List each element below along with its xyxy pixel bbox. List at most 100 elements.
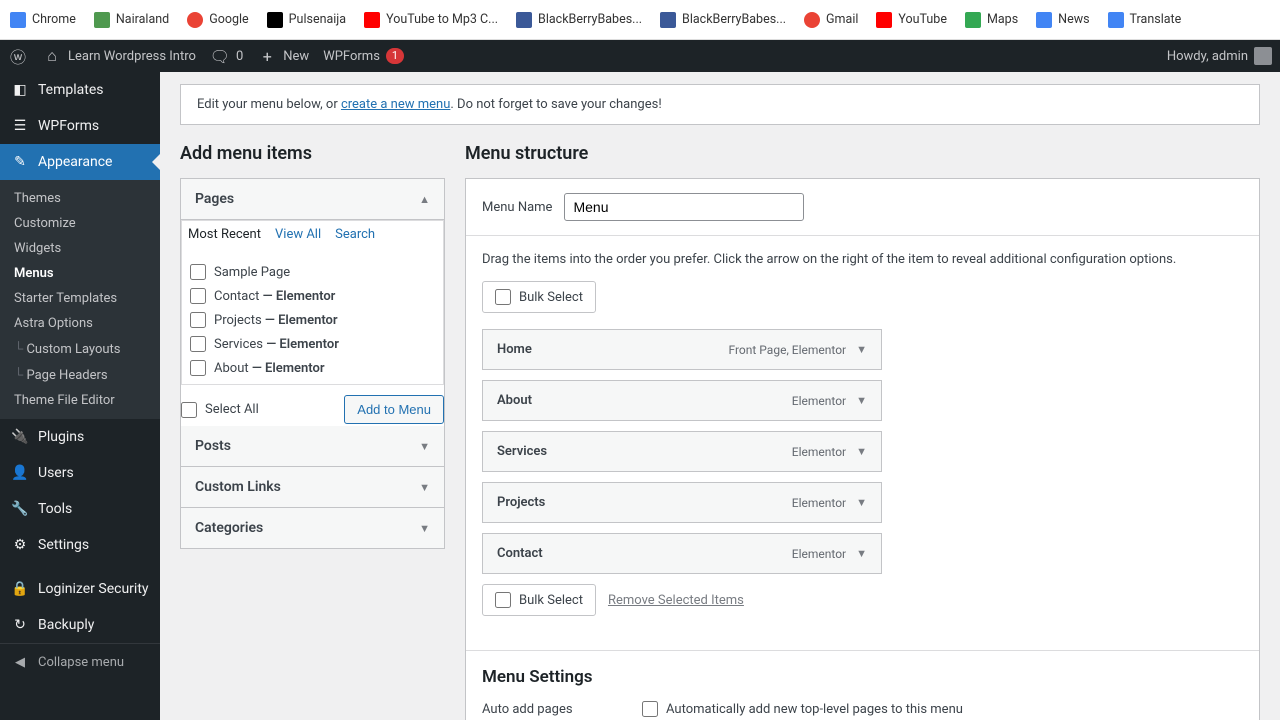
page-checkbox-row[interactable]: Contact — Elementor	[190, 284, 435, 308]
wpforms-badge: 1	[386, 48, 404, 64]
howdy-link[interactable]: Howdy, admin	[1167, 47, 1272, 65]
sidebar-item-loginizer[interactable]: 🔒Loginizer Security	[0, 571, 160, 607]
select-all-checkbox[interactable]: Select All	[181, 398, 259, 422]
tools-icon: 🔧	[10, 499, 30, 519]
sidebar-item-appearance[interactable]: ✎Appearance	[0, 144, 160, 180]
add-to-menu-button[interactable]: Add to Menu	[344, 395, 444, 424]
sidebar-item-templates[interactable]: ◧Templates	[0, 72, 160, 108]
tab-view-all[interactable]: View All	[275, 227, 321, 242]
menu-item[interactable]: Services Elementor▼	[482, 431, 882, 472]
submenu-widgets[interactable]: Widgets	[0, 236, 160, 261]
content-area: Edit your menu below, or create a new me…	[160, 72, 1280, 720]
wp-logo-icon[interactable]: ⓦ	[8, 46, 28, 66]
settings-icon: ⚙	[10, 535, 30, 555]
page-checkbox[interactable]	[190, 312, 206, 328]
bulk-select-top[interactable]: Bulk Select	[482, 281, 596, 313]
bookmark-item[interactable]: Pulsenaija	[267, 12, 346, 28]
comments-link[interactable]: 🗨0	[210, 46, 243, 66]
page-checkbox[interactable]	[190, 288, 206, 304]
submenu-custom-layouts[interactable]: └ Custom Layouts	[0, 336, 160, 362]
menu-settings-title: Menu Settings	[482, 667, 1243, 687]
chevron-down-icon: ▼	[419, 440, 430, 453]
accordion-posts-header[interactable]: Posts▼	[181, 426, 444, 467]
appearance-submenu: Themes Customize Widgets Menus Starter T…	[0, 180, 160, 419]
menu-settings-section: Menu Settings Auto add pages Automatical…	[466, 650, 1259, 720]
auto-add-checkbox[interactable]	[642, 701, 658, 717]
drag-hint-text: Drag the items into the order you prefer…	[482, 252, 1243, 267]
bookmark-item[interactable]: Google	[187, 12, 248, 28]
page-checkbox[interactable]	[190, 264, 206, 280]
bookmarks-bar: Chrome Nairaland Google Pulsenaija YouTu…	[0, 0, 1280, 40]
page-checkbox-row[interactable]: About — Elementor	[190, 356, 435, 380]
sidebar-item-users[interactable]: 👤Users	[0, 455, 160, 491]
new-content-link[interactable]: +New	[257, 46, 309, 66]
sidebar-item-settings[interactable]: ⚙Settings	[0, 527, 160, 563]
menu-name-label: Menu Name	[482, 200, 552, 215]
pages-checklist: Sample Page Contact — Elementor Projects…	[181, 252, 444, 385]
bookmark-item[interactable]: Gmail	[804, 12, 858, 28]
remove-selected-link[interactable]: Remove Selected Items	[608, 593, 744, 608]
page-checkbox-row[interactable]: Services — Elementor	[190, 332, 435, 356]
page-checkbox-row[interactable]: Projects — Elementor	[190, 308, 435, 332]
wpforms-link[interactable]: WPForms1	[323, 48, 404, 64]
admin-sidebar: ◧Templates ☰WPForms ✎Appearance Themes C…	[0, 72, 160, 720]
chevron-down-icon: ▼	[419, 481, 430, 494]
menu-item[interactable]: Contact Elementor▼	[482, 533, 882, 574]
bookmark-item[interactable]: Nairaland	[94, 12, 169, 28]
chevron-down-icon: ▼	[419, 522, 430, 535]
sidebar-item-tools[interactable]: 🔧Tools	[0, 491, 160, 527]
collapse-menu-button[interactable]: ◀Collapse menu	[0, 643, 160, 680]
menu-structure-box: Menu Name Drag the items into the order …	[465, 178, 1260, 720]
accordion-pages-header[interactable]: Pages▲	[181, 179, 444, 220]
sidebar-item-wpforms[interactable]: ☰WPForms	[0, 108, 160, 144]
page-checkbox-row[interactable]: Sample Page	[190, 260, 435, 284]
bookmark-item[interactable]: Translate	[1108, 12, 1182, 28]
bookmark-item[interactable]: Maps	[965, 12, 1018, 28]
plus-icon: +	[257, 46, 277, 66]
site-name-link[interactable]: ⌂Learn Wordpress Intro	[42, 46, 196, 66]
avatar	[1254, 47, 1272, 65]
templates-icon: ◧	[10, 80, 30, 100]
menu-name-input[interactable]	[564, 193, 804, 221]
chevron-down-icon[interactable]: ▼	[856, 343, 867, 356]
bookmark-item[interactable]: YouTube	[876, 12, 947, 28]
submenu-theme-file-editor[interactable]: Theme File Editor	[0, 388, 160, 413]
sidebar-item-plugins[interactable]: 🔌Plugins	[0, 419, 160, 455]
create-new-menu-link[interactable]: create a new menu	[341, 97, 450, 112]
bookmark-item[interactable]: News	[1036, 12, 1089, 28]
bookmark-item[interactable]: BlackBerryBabes...	[660, 12, 786, 28]
tab-search[interactable]: Search	[335, 227, 375, 242]
plugin-icon: 🔌	[10, 427, 30, 447]
tab-most-recent[interactable]: Most Recent	[188, 227, 261, 242]
page-checkbox[interactable]	[190, 360, 206, 376]
pages-tabs: Most Recent View All Search	[181, 220, 444, 252]
page-checkbox[interactable]	[190, 336, 206, 352]
add-menu-items-title: Add menu items	[180, 143, 445, 164]
bookmark-item[interactable]: Chrome	[10, 12, 76, 28]
submenu-menus[interactable]: Menus	[0, 261, 160, 286]
brush-icon: ✎	[10, 152, 30, 172]
submenu-themes[interactable]: Themes	[0, 186, 160, 211]
submenu-starter-templates[interactable]: Starter Templates	[0, 286, 160, 311]
menu-structure-title: Menu structure	[465, 143, 1260, 164]
submenu-customize[interactable]: Customize	[0, 211, 160, 236]
chevron-down-icon[interactable]: ▼	[856, 394, 867, 407]
submenu-page-headers[interactable]: └ Page Headers	[0, 362, 160, 388]
chevron-down-icon[interactable]: ▼	[856, 496, 867, 509]
chevron-up-icon: ▲	[419, 193, 430, 206]
bookmark-item[interactable]: YouTube to Mp3 C...	[364, 12, 498, 28]
menu-item[interactable]: Projects Elementor▼	[482, 482, 882, 523]
menu-item[interactable]: Home Front Page, Elementor▼	[482, 329, 882, 370]
menu-item[interactable]: About Elementor▼	[482, 380, 882, 421]
submenu-astra-options[interactable]: Astra Options	[0, 311, 160, 336]
sidebar-item-backuply[interactable]: ↻Backuply	[0, 607, 160, 643]
chevron-down-icon[interactable]: ▼	[856, 547, 867, 560]
accordion-categories-header[interactable]: Categories▼	[181, 508, 444, 548]
auto-add-label: Auto add pages	[482, 702, 642, 717]
users-icon: 👤	[10, 463, 30, 483]
chevron-down-icon[interactable]: ▼	[856, 445, 867, 458]
accordion-custom-links-header[interactable]: Custom Links▼	[181, 467, 444, 508]
bookmark-item[interactable]: BlackBerryBabes...	[516, 12, 642, 28]
wp-admin-bar: ⓦ ⌂Learn Wordpress Intro 🗨0 +New WPForms…	[0, 40, 1280, 72]
bulk-select-bottom[interactable]: Bulk Select	[482, 584, 596, 616]
